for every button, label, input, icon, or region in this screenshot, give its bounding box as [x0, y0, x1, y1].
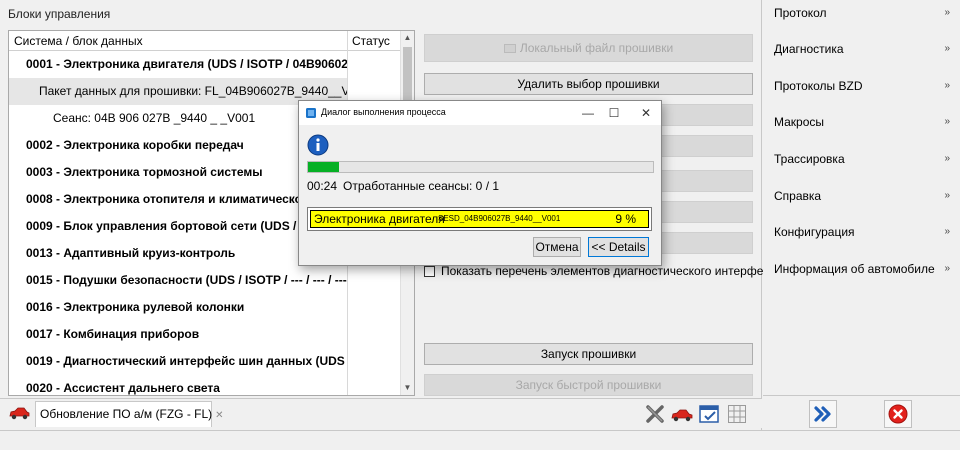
forward-button[interactable] — [809, 400, 837, 428]
tree-row-0013[interactable]: 0013 - Адаптивный круиз-контроль — [9, 240, 347, 267]
cancel-button[interactable] — [884, 400, 912, 428]
app-icon — [306, 108, 316, 118]
progress-dialog: Диалог выполнения процесса — ☐ ✕ 00:24 От… — [298, 100, 662, 266]
cancel-icon — [888, 404, 908, 424]
chevron-double-down-icon: » — [944, 263, 950, 274]
vehicle-icon[interactable] — [671, 404, 693, 424]
sidebar-item-label: Трассировка — [774, 152, 845, 166]
sidebar-item-diagnostics[interactable]: Диагностика » — [774, 40, 954, 58]
details-button[interactable]: << Details — [588, 237, 649, 257]
job-list[interactable]: Электроника двигателя SESD_04B906027B_94… — [307, 207, 652, 231]
tree-row-0017[interactable]: 0017 - Комбинация приборов — [9, 321, 347, 348]
tree-header: Система / блок данных Статус — [9, 31, 402, 51]
column-header-status[interactable]: Статус — [352, 34, 390, 48]
chevron-double-down-icon: » — [944, 190, 950, 201]
grid-icon[interactable] — [727, 404, 747, 424]
cancel-dialog-button[interactable]: Отмена — [533, 237, 581, 257]
chevron-double-down-icon: » — [944, 116, 950, 127]
tree-row-0002[interactable]: 0002 - Электроника коробки передач — [9, 132, 347, 159]
bottom-tab-bar: Обновление ПО а/м (FZG - FL) ✕ — [0, 398, 762, 428]
tree-row-0015[interactable]: 0015 - Подушки безопасности (UDS / ISOTP… — [9, 267, 347, 294]
close-button[interactable]: ✕ — [635, 103, 657, 123]
start-fast-flash-button[interactable]: Запуск быстрой прошивки — [424, 374, 753, 396]
right-action-bar — [763, 395, 960, 430]
progress-fill — [308, 162, 340, 172]
sidebar-item-label: Информация об автомобиле — [774, 262, 935, 276]
job-percent: 9 % — [615, 212, 636, 226]
local-flash-file-button[interactable]: Локальный файл прошивки — [424, 34, 753, 62]
scroll-thumb[interactable] — [403, 47, 412, 107]
column-header-system[interactable]: Система / блок данных — [14, 34, 143, 48]
double-arrow-right-icon — [814, 406, 831, 422]
right-sidebar: Протокол » Диагностика » Протоколы BZD » Ма… — [763, 0, 960, 395]
start-flash-button[interactable]: Запуск прошивки — [424, 343, 753, 365]
maximize-button[interactable]: ☐ — [603, 103, 625, 123]
pane-title: Блоки управления — [8, 7, 111, 21]
tree-row-0020[interactable]: 0020 - Ассистент дальнего света — [9, 375, 347, 395]
chevron-double-down-icon: » — [944, 7, 950, 18]
checklist-icon[interactable] — [699, 404, 719, 424]
sidebar-item-help[interactable]: Справка » — [774, 187, 954, 205]
sidebar-item-label: Конфигурация — [774, 225, 855, 239]
job-file: SESD_04B906027B_9440__V001 — [438, 214, 561, 223]
car-icon[interactable] — [8, 406, 30, 420]
tree-row-0001[interactable]: 0001 - Электроника двигателя (UDS / ISOT… — [9, 51, 347, 78]
show-interface-elements-checkbox[interactable] — [424, 266, 435, 278]
sidebar-item-label: Протоколы BZD — [774, 79, 863, 93]
elapsed-time: 00:24 — [307, 179, 338, 193]
tree-row-flash-package[interactable]: Пакет данных для прошивки: FL_04B906027B… — [9, 78, 347, 105]
scroll-down-arrow-icon[interactable]: ▼ — [401, 381, 414, 395]
sidebar-item-label: Протокол — [774, 6, 827, 20]
dialog-title: Диалог выполнения процесса — [321, 107, 446, 117]
folder-icon — [503, 44, 516, 54]
sidebar-item-configuration[interactable]: Конфигурация » — [774, 223, 954, 241]
tree-row-0003[interactable]: 0003 - Электроника тормозной системы — [9, 159, 347, 186]
sidebar-item-label: Диагностика — [774, 42, 844, 56]
sidebar-item-tracing[interactable]: Трассировка » — [774, 150, 954, 168]
tree-row-session[interactable]: Сеанс: 04B 906 027B _9440 _ _V001 — [9, 105, 347, 132]
minimize-button[interactable]: — — [577, 103, 599, 123]
chevron-double-down-icon: » — [944, 226, 950, 237]
dialog-titlebar[interactable]: Диалог выполнения процесса — ☐ ✕ — [299, 101, 661, 125]
chevron-double-down-icon: » — [944, 43, 950, 54]
sidebar-item-label: Макросы — [774, 115, 825, 129]
tab-close-icon[interactable]: ✕ — [215, 410, 223, 421]
sidebar-item-vehicle-info[interactable]: Информация об автомобиле » — [774, 260, 954, 278]
tab-software-update[interactable]: Обновление ПО а/м (FZG - FL) ✕ — [35, 401, 224, 427]
chevron-double-down-icon: » — [944, 153, 950, 164]
scroll-up-arrow-icon[interactable]: ▲ — [401, 31, 414, 45]
show-interface-elements-label: Показать перечень элементов диагностичес… — [441, 264, 783, 278]
sidebar-item-protocol[interactable]: Протокол » — [774, 4, 954, 22]
sidebar-item-bzd-protocols[interactable]: Протоколы BZD » — [774, 77, 954, 95]
dialog-status: 00:24 Отработанные сеансы: 0 / 1 — [307, 179, 505, 193]
tree-row-0008[interactable]: 0008 - Электроника отопителя и климатиче… — [9, 186, 347, 213]
tools-icon[interactable] — [645, 404, 665, 424]
tab-label: Обновление ПО а/м (FZG - FL) — [40, 407, 213, 421]
job-name: Электроника двигателя — [314, 212, 445, 226]
progress-bar — [307, 161, 654, 173]
delete-flash-selection-button[interactable]: Удалить выбор прошивки — [424, 73, 753, 95]
sidebar-item-macros[interactable]: Макросы » — [774, 113, 954, 131]
info-icon — [307, 134, 329, 156]
tree-row-0019[interactable]: 0019 - Диагностический интерфейс шин дан… — [9, 348, 347, 375]
tree-row-0009[interactable]: 0009 - Блок управления бортовой сети (UD… — [9, 213, 347, 240]
status-bar — [0, 430, 960, 450]
tree-row-0016[interactable]: 0016 - Электроника рулевой колонки — [9, 294, 347, 321]
sidebar-item-label: Справка — [774, 189, 822, 203]
job-row[interactable]: Электроника двигателя SESD_04B906027B_94… — [310, 210, 649, 228]
sessions-count: Отработанные сеансы: 0 / 1 — [343, 179, 500, 193]
chevron-double-down-icon: » — [944, 80, 950, 91]
